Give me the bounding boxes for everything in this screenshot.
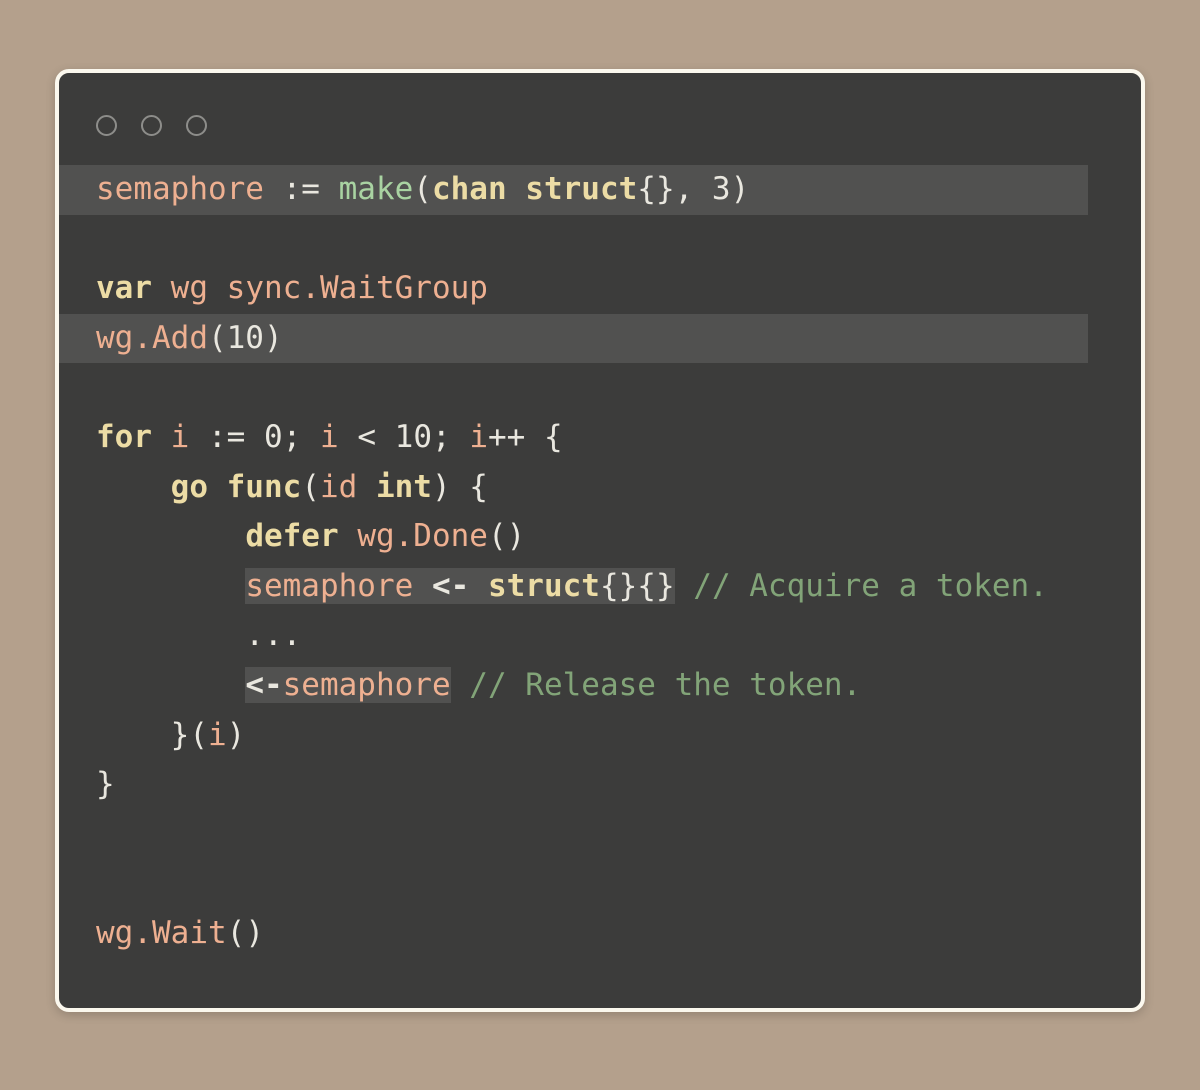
code-line: wg.Wait() bbox=[59, 909, 1141, 959]
code-token: chan struct bbox=[431, 171, 638, 207]
code-line: ... bbox=[59, 611, 1141, 661]
code-token: }( bbox=[96, 716, 208, 753]
code-token: } bbox=[96, 766, 115, 803]
code-token: i bbox=[469, 418, 488, 455]
code-token: {}, 3) bbox=[637, 171, 750, 207]
close-icon[interactable] bbox=[96, 115, 117, 136]
code-token: i bbox=[320, 418, 339, 455]
code-line: <-semaphore // Release the token. bbox=[59, 661, 1141, 711]
code-highlight: <-semaphore bbox=[245, 666, 451, 703]
code-block: semaphore := make(chan struct{}, 3) var … bbox=[59, 165, 1141, 1008]
code-line: go func(id int) { bbox=[59, 463, 1141, 513]
code-line: semaphore <- struct{}{} // Acquire a tok… bbox=[59, 562, 1141, 612]
code-token: wg.Done bbox=[357, 518, 488, 555]
code-line: defer wg.Done() bbox=[59, 512, 1141, 562]
code-token: ( bbox=[301, 468, 320, 505]
code-line: } bbox=[59, 760, 1141, 810]
code-token: := bbox=[263, 171, 339, 207]
code-token: i bbox=[207, 716, 227, 753]
code-token: semaphore bbox=[96, 171, 264, 207]
code-token: wg.Wait bbox=[96, 914, 227, 951]
code-token: ) { bbox=[431, 468, 488, 505]
code-token: < 10; bbox=[338, 418, 470, 455]
code-window: semaphore := make(chan struct{}, 3) var … bbox=[55, 69, 1145, 1012]
code-token: () bbox=[226, 914, 264, 951]
code-token: {}{} bbox=[599, 567, 675, 604]
code-token: make bbox=[338, 171, 414, 207]
code-highlight: semaphore <- struct{}{} bbox=[245, 567, 675, 604]
code-token: ) bbox=[226, 716, 246, 753]
code-line: semaphore := make(chan struct{}, 3) bbox=[59, 165, 1088, 215]
traffic-light-controls bbox=[96, 115, 207, 136]
code-token: ++ { bbox=[488, 418, 563, 455]
code-token: () bbox=[487, 518, 526, 555]
code-token: id bbox=[319, 468, 358, 505]
code-token: // Release the token. bbox=[469, 666, 862, 703]
code-token: var bbox=[96, 270, 152, 307]
code-token: semaphore bbox=[282, 666, 451, 703]
code-line: wg.Add(10) bbox=[59, 313, 1088, 364]
code-token: wg sync.WaitGroup bbox=[170, 270, 488, 307]
maximize-icon[interactable] bbox=[186, 115, 207, 136]
code-line: for i := 0; i < 10; i++ { bbox=[59, 413, 1141, 463]
code-token: for bbox=[96, 418, 152, 455]
code-token: i bbox=[170, 418, 190, 455]
code-token: <- bbox=[431, 567, 470, 604]
code-token: ... bbox=[245, 617, 302, 654]
code-token: wg.Add bbox=[96, 319, 208, 356]
code-token: defer bbox=[245, 518, 339, 555]
code-token: ( bbox=[413, 171, 432, 207]
code-token: // Acquire a token. bbox=[693, 567, 1048, 604]
screenshot-root: semaphore := make(chan struct{}, 3) var … bbox=[0, 0, 1200, 1090]
code-token: <- bbox=[245, 666, 283, 703]
code-line: var wg sync.WaitGroup bbox=[59, 264, 1141, 314]
code-token: semaphore bbox=[245, 567, 414, 604]
code-token: struct bbox=[487, 567, 600, 604]
window-titlebar bbox=[59, 73, 1141, 165]
code-token: := 0; bbox=[189, 418, 320, 455]
code-token: int bbox=[375, 468, 432, 505]
code-line: }(i) bbox=[59, 711, 1141, 761]
code-token: go func bbox=[170, 468, 302, 505]
minimize-icon[interactable] bbox=[141, 115, 162, 136]
code-token: (10) bbox=[207, 319, 283, 356]
